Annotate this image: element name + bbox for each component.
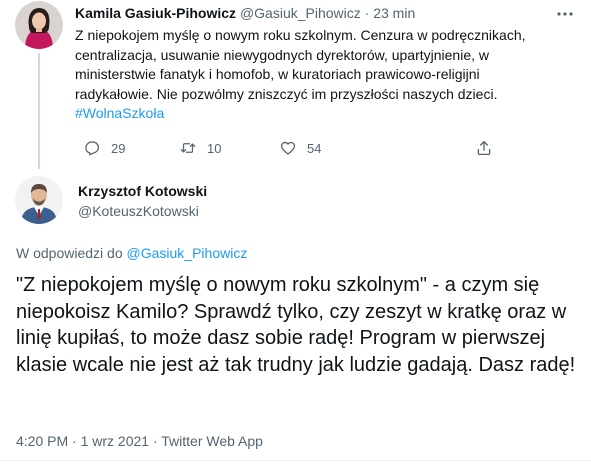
like-button[interactable]: 54 [279, 138, 321, 158]
like-icon [280, 141, 296, 155]
parent-tweet[interactable]: Kamila Gasiuk-Pihowicz @Gasiuk_Pihowicz … [0, 0, 591, 170]
tweet-actions: 29 10 54 [75, 138, 515, 158]
reply-count: 29 [111, 140, 126, 156]
author-name[interactable]: Kamila Gasiuk-Pihowicz [75, 5, 236, 21]
share-icon [477, 140, 491, 156]
author-handle[interactable]: @KoteuszKotowski [78, 202, 199, 220]
tweet-body: Z niepokojem myślę o nowym roku szkolnym… [75, 27, 526, 102]
hashtag-link[interactable]: #WolnaSzkoła [75, 105, 164, 121]
reply-prefix: W odpowiedzi do [16, 245, 123, 261]
tweet-thread: Kamila Gasiuk-Pihowicz @Gasiuk_Pihowicz … [0, 0, 591, 467]
reply-icon [85, 141, 100, 156]
avatar-image [15, 1, 63, 49]
retweet-icon [180, 143, 196, 153]
tweet-time[interactable]: 23 min [373, 5, 415, 21]
tweet-timestamp[interactable]: 4:20 PM · 1 wrz 2021 · [16, 433, 158, 449]
avatar[interactable] [15, 1, 63, 49]
avatar-image [15, 176, 63, 224]
author-name[interactable]: Krzysztof Kotowski [78, 182, 207, 200]
share-button[interactable] [475, 138, 503, 158]
parent-tweet-text: Z niepokojem myślę o nowym roku szkolnym… [75, 26, 555, 124]
retweet-button[interactable]: 10 [179, 138, 221, 158]
tweet-source[interactable]: Twitter Web App [161, 433, 263, 449]
divider [0, 460, 591, 461]
tweet-meta: 4:20 PM · 1 wrz 2021 · Twitter Web App [16, 433, 263, 449]
parent-tweet-header: Kamila Gasiuk-Pihowicz @Gasiuk_Pihowicz … [75, 5, 415, 21]
author-handle[interactable]: @Gasiuk_Pihowicz [240, 5, 361, 21]
reply-target-link[interactable]: @Gasiuk_Pihowicz [127, 245, 248, 261]
thread-connector [38, 53, 40, 169]
main-tweet-text: "Z niepokojem myślę o nowym roku szkolny… [16, 274, 576, 376]
retweet-count: 10 [207, 140, 222, 156]
separator: · [364, 5, 370, 21]
avatar[interactable] [15, 176, 63, 224]
more-icon[interactable] [555, 4, 575, 24]
like-count: 54 [307, 140, 322, 156]
reply-button[interactable]: 29 [83, 138, 125, 158]
reply-context: W odpowiedzi do @Gasiuk_Pihowicz [16, 245, 247, 261]
